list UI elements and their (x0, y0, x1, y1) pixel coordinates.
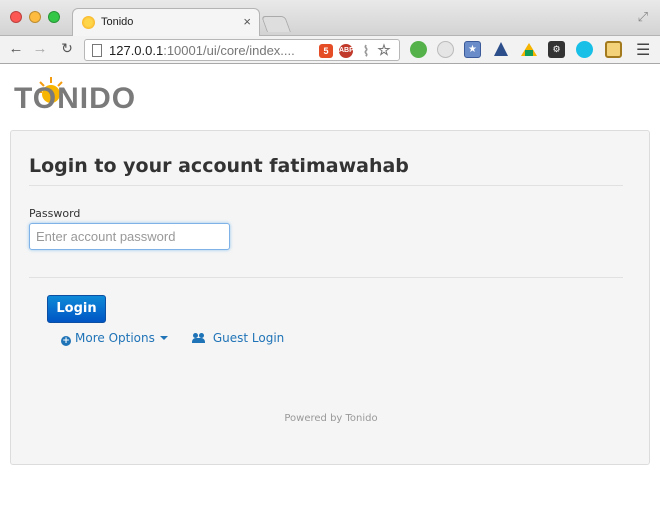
clipboard-icon[interactable] (605, 41, 622, 58)
back-button[interactable]: ← (6, 40, 26, 57)
browser-tab[interactable]: Tonido × (72, 8, 260, 36)
password-input[interactable] (29, 223, 230, 250)
menu-icon[interactable]: ☰ (636, 40, 650, 60)
url-text[interactable]: 127.0.0.1:10001/ui/core/index.... (109, 43, 295, 58)
guest-login-label: Guest Login (212, 331, 285, 345)
page-content: TONIDO Login to your account fatimawahab… (0, 65, 660, 511)
login-title: Login to your account fatimawahab (29, 155, 409, 177)
tab-close-icon[interactable]: × (243, 14, 251, 29)
zoom-window-button[interactable] (48, 11, 60, 23)
users-icon (192, 333, 205, 343)
toolbox-icon[interactable]: ⚙ (548, 41, 565, 58)
divider (29, 277, 623, 278)
forward-button[interactable]: → (30, 40, 50, 57)
mountain-icon[interactable] (492, 41, 509, 58)
bookmark-star-icon[interactable]: ☆ (377, 43, 391, 58)
tonido-favicon-icon (82, 16, 95, 29)
magnifier-icon[interactable] (437, 41, 454, 58)
reload-button[interactable]: ↻ (57, 40, 77, 57)
password-label: Password (29, 207, 81, 220)
browser-toolbar: ← → ↻ 127.0.0.1:10001/ui/core/index.... … (0, 36, 660, 64)
more-options-link[interactable]: + More Options (61, 331, 168, 346)
more-options-label: More Options (75, 331, 155, 345)
login-panel: Login to your account fatimawahab Passwo… (10, 130, 650, 465)
powered-by-text: Powered by Tonido (284, 413, 378, 424)
guest-login-link[interactable]: Guest Login (192, 331, 285, 345)
divider (29, 185, 623, 186)
bookmark-star-icon[interactable]: ★ (464, 41, 481, 58)
paperclip-icon[interactable]: ⌇ (359, 44, 373, 58)
tab-title: Tonido (101, 16, 134, 28)
adblock-icon[interactable]: ABP (339, 44, 354, 58)
url-path: :10001/ui/core/index.... (163, 43, 295, 58)
drive-icon[interactable] (520, 41, 537, 58)
browser-tab-bar: Tonido × ⤢ (0, 0, 660, 36)
minimize-window-button[interactable] (29, 11, 41, 23)
green-ball-icon[interactable] (410, 41, 427, 58)
login-button[interactable]: Login (47, 295, 106, 323)
new-tab-button[interactable] (261, 16, 291, 32)
url-host: 127.0.0.1 (109, 43, 164, 58)
address-bar[interactable]: 127.0.0.1:10001/ui/core/index.... 5 ABP … (84, 39, 400, 61)
logo-text: TONIDO (14, 82, 137, 115)
plus-circle-icon: + (61, 336, 71, 346)
tonido-logo: TONIDO (14, 75, 154, 115)
html5-icon[interactable]: 5 (319, 44, 333, 58)
close-window-button[interactable] (10, 11, 22, 23)
fullscreen-icon[interactable]: ⤢ (638, 9, 648, 25)
page-icon (92, 44, 102, 57)
chat-bubble-icon[interactable] (576, 41, 593, 58)
caret-down-icon (159, 336, 168, 340)
